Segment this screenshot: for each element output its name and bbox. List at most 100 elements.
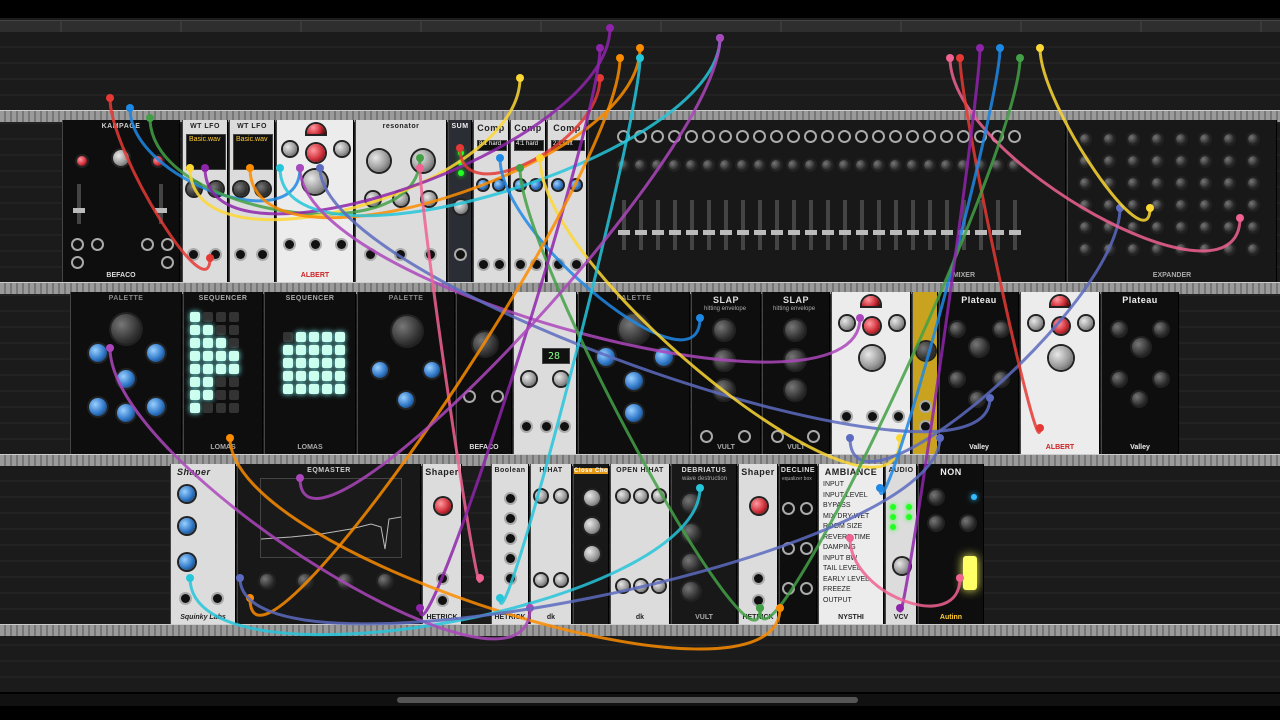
step-pad[interactable] (203, 312, 213, 322)
release-knob[interactable] (961, 516, 975, 530)
step-pad[interactable] (216, 390, 226, 400)
knob[interactable] (89, 398, 107, 416)
step-pad[interactable] (203, 377, 213, 387)
jack[interactable] (560, 422, 569, 431)
channel-knob[interactable] (992, 160, 1002, 170)
send-knob[interactable] (1104, 222, 1114, 232)
release-knob[interactable] (571, 180, 581, 190)
jack[interactable] (921, 402, 930, 411)
step-pad[interactable] (283, 345, 293, 355)
step-pad[interactable] (229, 403, 239, 413)
comp-module-2[interactable]: Comp 4:1 hard (510, 120, 546, 282)
step-pad[interactable] (309, 358, 319, 368)
send-knob[interactable] (1200, 178, 1210, 188)
channel-input-jack[interactable] (687, 132, 696, 141)
knob[interactable] (1079, 316, 1093, 330)
knob[interactable] (147, 398, 165, 416)
diffusion-knob[interactable] (1132, 392, 1146, 406)
jack[interactable] (784, 544, 793, 553)
jack[interactable] (506, 514, 515, 523)
step-pad[interactable] (229, 338, 239, 348)
rack-area[interactable]: KAMPAGE BEFACO WT LFO Basic.wav WT LFO B… (0, 18, 1280, 692)
decay-knob[interactable] (994, 372, 1008, 386)
step-pad[interactable] (296, 345, 306, 355)
jack[interactable] (842, 412, 851, 421)
channel-input-jack[interactable] (857, 132, 866, 141)
rate-knob[interactable] (584, 490, 600, 506)
eqmaster-module[interactable]: EQMASTER (237, 464, 421, 624)
channel-input-jack[interactable] (636, 132, 645, 141)
step-pad[interactable] (283, 371, 293, 381)
channel-knob[interactable] (1009, 160, 1019, 170)
step-pad[interactable] (335, 332, 345, 342)
step-pad[interactable] (190, 377, 200, 387)
knob[interactable] (89, 344, 107, 362)
jack[interactable] (894, 412, 903, 421)
knob[interactable] (117, 404, 135, 422)
knob[interactable] (653, 490, 665, 502)
knob[interactable] (864, 318, 880, 334)
channel-input-jack[interactable] (789, 132, 798, 141)
step-pad[interactable] (216, 377, 226, 387)
channel-knob[interactable] (856, 160, 866, 170)
fall-slider[interactable] (155, 184, 167, 224)
main-knob[interactable] (1049, 346, 1073, 370)
step-pad[interactable] (216, 403, 226, 413)
step-pad[interactable] (309, 345, 319, 355)
step-pad[interactable] (322, 332, 332, 342)
channel-fader[interactable] (992, 200, 1004, 250)
jack[interactable] (213, 594, 222, 603)
step-pad[interactable] (190, 351, 200, 361)
channel-input-jack[interactable] (721, 132, 730, 141)
send-knob[interactable] (1224, 134, 1234, 144)
knob[interactable] (617, 490, 629, 502)
knob[interactable] (77, 156, 87, 166)
jack[interactable] (784, 504, 793, 513)
jack[interactable] (438, 596, 447, 605)
knob[interactable] (424, 362, 440, 378)
knob[interactable] (555, 490, 567, 502)
send-knob[interactable] (1224, 222, 1234, 232)
attack-knob[interactable] (785, 320, 805, 340)
dry-knob[interactable] (1112, 322, 1126, 336)
jack[interactable] (189, 250, 198, 259)
knob[interactable] (298, 574, 312, 588)
audio-module[interactable]: AUDIO VCV (885, 464, 917, 624)
channel-input-jack[interactable] (1010, 132, 1019, 141)
main-knob[interactable] (111, 314, 141, 344)
step-pad[interactable] (322, 358, 332, 368)
channel-knob[interactable] (788, 160, 798, 170)
jack[interactable] (754, 574, 763, 583)
channel-fader[interactable] (873, 200, 885, 250)
level-knob[interactable] (454, 200, 468, 214)
sequencer-module-2[interactable]: SEQUENCER LOMAS (264, 292, 356, 454)
step-pad[interactable] (216, 312, 226, 322)
comp-module-3[interactable]: Comp 2:1 soft (547, 120, 587, 282)
level-knob[interactable] (714, 380, 734, 400)
step-pad[interactable] (309, 332, 319, 342)
channel-knob[interactable] (652, 160, 662, 170)
send-knob[interactable] (1152, 178, 1162, 188)
knob[interactable] (635, 490, 647, 502)
send-knob[interactable] (1080, 200, 1090, 210)
threshold-knob[interactable] (515, 180, 525, 190)
knob[interactable] (147, 344, 165, 362)
send-knob[interactable] (1248, 134, 1258, 144)
decay-knob[interactable] (1154, 372, 1168, 386)
channel-input-jack[interactable] (925, 132, 934, 141)
crush-knob[interactable] (682, 524, 700, 542)
shaper-module-squinky[interactable]: Shaper Squinky Labs (170, 464, 236, 624)
channel-knob[interactable] (958, 160, 968, 170)
send-knob[interactable] (1248, 200, 1258, 210)
decay-knob[interactable] (584, 518, 600, 534)
jack[interactable] (73, 258, 82, 267)
jack[interactable] (802, 504, 811, 513)
jack[interactable] (285, 240, 294, 249)
jack[interactable] (532, 260, 541, 269)
channel-input-jack[interactable] (755, 132, 764, 141)
knob[interactable] (153, 156, 163, 166)
knob[interactable] (378, 574, 392, 588)
decline-module[interactable]: DECLINE equalizer box (779, 464, 817, 624)
send-knob[interactable] (1176, 134, 1186, 144)
knob[interactable] (890, 316, 904, 330)
